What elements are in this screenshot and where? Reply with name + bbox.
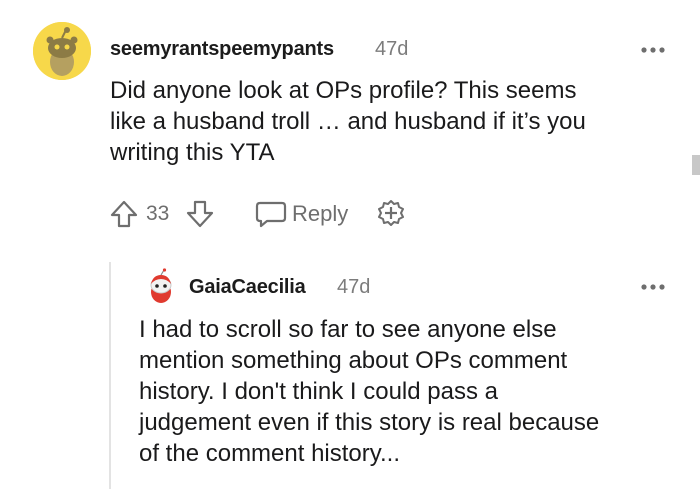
comment-body-line: mention something about OPs comment bbox=[139, 347, 568, 374]
scrollbar-thumb[interactable] bbox=[692, 155, 700, 175]
comment-age: 47d bbox=[375, 38, 409, 60]
comment-author[interactable]: seemyrantspeemypants bbox=[110, 38, 334, 61]
downvote-arrow-icon[interactable] bbox=[184, 198, 216, 230]
upvote-arrow-icon[interactable] bbox=[108, 198, 140, 230]
vote-score: 33 bbox=[146, 202, 170, 225]
comment-body-line: like a husband troll … and husband if it… bbox=[110, 108, 586, 135]
award-plus-icon[interactable] bbox=[374, 198, 408, 230]
comment-seemyrantspeemypants: seemyrantspeemypants 47d Did anyone look… bbox=[0, 0, 700, 250]
comment-body: I had to scroll so far to see anyone els… bbox=[139, 314, 679, 469]
comment-body-line: I had to scroll so far to see anyone els… bbox=[139, 316, 557, 343]
more-options-icon[interactable] bbox=[640, 279, 666, 290]
reply-label: Reply bbox=[292, 201, 349, 226]
comment-body-line: history. I don't think I could pass a bbox=[139, 378, 498, 405]
comment-body-line: writing this YTA bbox=[110, 139, 275, 166]
comment-body: Did anyone look at OPs profile? This see… bbox=[110, 75, 670, 168]
speech-bubble-icon bbox=[254, 198, 288, 230]
comment-age: 47d bbox=[337, 276, 371, 298]
comment-body-line: Did anyone look at OPs profile? This see… bbox=[110, 77, 577, 104]
comment-body-line: judgement even if this story is real bec… bbox=[139, 409, 600, 436]
reply-button[interactable]: Reply bbox=[254, 198, 348, 230]
comment-author[interactable]: GaiaCaecilia bbox=[189, 276, 306, 299]
more-options-icon[interactable] bbox=[640, 42, 666, 53]
snoo-avatar-icon[interactable] bbox=[33, 22, 91, 80]
comment-actions: 33 Reply bbox=[108, 198, 428, 230]
red-hair-avatar-icon[interactable] bbox=[143, 268, 179, 304]
comment-body-line: of the comment history... bbox=[139, 440, 400, 467]
